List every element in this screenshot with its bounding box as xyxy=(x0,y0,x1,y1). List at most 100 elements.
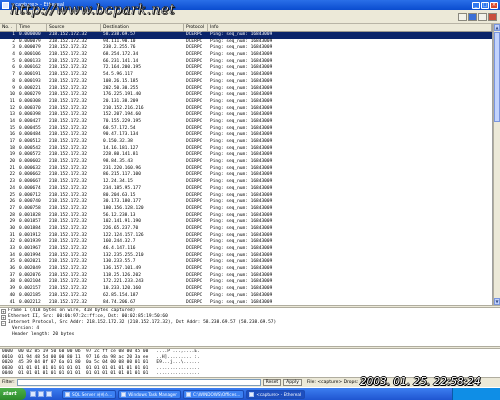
taskbar-task-button[interactable]: <capture> - Ethereal xyxy=(246,389,306,399)
filter-reset-button[interactable]: Reset xyxy=(262,379,282,386)
cell-protocol: DCERPC xyxy=(186,246,203,251)
column-header-source[interactable]: Source xyxy=(47,24,101,31)
scroll-down-arrow-icon[interactable]: ▼ xyxy=(494,298,500,305)
cell-time: 0.001939 xyxy=(19,239,41,245)
cell-protocol: DCERPC xyxy=(186,112,203,118)
taskbar-task-button[interactable]: SQL Server 서비스... xyxy=(62,389,117,399)
column-header-destination[interactable]: Destination xyxy=(101,24,184,31)
packet-row[interactable]: 33 0.001967 218.152.172.32 46.4.147.116 DCER… xyxy=(0,246,492,253)
packet-rows: 1 0.000000 218.152.172.32 58.238.69.57 DCERP… xyxy=(0,32,492,305)
packet-row[interactable]: 24 0.000674 218.152.172.32 234.185.95.177 DC… xyxy=(0,186,492,193)
cell-time: 0.002049 xyxy=(19,266,41,272)
packet-row[interactable]: 27 0.000758 218.152.172.32 180.156.128.120 D… xyxy=(0,206,492,213)
cell-source: 218.152.172.32 xyxy=(49,179,87,185)
taskbar-task-button[interactable]: C:\WINDOWS\Offices... xyxy=(182,389,245,399)
expand-icon[interactable]: + xyxy=(1,314,6,320)
cell-destination: 10.233.120.160 xyxy=(103,286,141,292)
cell-time: 0.000000 xyxy=(19,32,41,37)
cell-protocol: DCERPC xyxy=(186,239,203,245)
packet-row[interactable]: 8 0.000193 218.152.172.32 108.26.15.185 DCER… xyxy=(0,79,492,86)
cell-source: 218.152.172.32 xyxy=(49,92,87,98)
packet-row[interactable]: 39 0.002157 218.152.172.32 10.233.120.160 DC… xyxy=(0,286,492,293)
cell-no: 11 xyxy=(9,98,15,104)
column-header-info[interactable]: Info xyxy=(208,24,492,31)
packet-row[interactable]: 40 0.002185 218.152.172.32 62.85.154.187 DCE… xyxy=(0,293,492,300)
filter-input[interactable] xyxy=(16,379,261,386)
packet-row[interactable]: 32 0.001939 218.152.172.32 160.244.32.7 DCER… xyxy=(0,239,492,246)
expand-icon[interactable]: + xyxy=(1,308,6,314)
cell-no: 40 xyxy=(9,292,15,298)
column-header-no[interactable]: No. . xyxy=(0,24,17,31)
cell-time: 0.000193 xyxy=(19,78,41,84)
cell-destination: 180.156.128.120 xyxy=(103,205,144,211)
task-label: <capture> - Ethereal xyxy=(256,391,302,397)
task-label: Windows Task Manager xyxy=(128,391,177,397)
packet-row[interactable]: 1 0.000000 218.152.172.32 58.238.69.57 DCERP… xyxy=(0,32,492,39)
cell-info: Ping: seq_num: 16843009 xyxy=(210,185,273,191)
cell-info: Ping: seq_num: 16843009 xyxy=(210,225,273,231)
cell-destination: 46.4.147.116 xyxy=(103,246,136,251)
packet-list-scrollbar[interactable]: ▲ ▼ xyxy=(493,24,500,305)
packet-row[interactable]: 16 0.000484 218.152.172.32 90.47.173.134 DCE… xyxy=(0,132,492,139)
packet-row[interactable]: 4 0.000106 218.152.172.32 68.254.172.34 DCER… xyxy=(0,52,492,59)
packet-row[interactable]: 36 0.002049 218.152.172.32 136.157.101.49 DC… xyxy=(0,266,492,273)
filter-apply-button[interactable]: Apply xyxy=(283,379,302,386)
cell-time: 0.000427 xyxy=(19,118,41,124)
cell-no: 32 xyxy=(9,239,15,245)
tree-node-label: Internet Protocol, Src Addr: 218.152.172… xyxy=(8,320,277,325)
cell-protocol: DCERPC xyxy=(186,32,203,37)
cell-destination: 68.254.172.34 xyxy=(103,52,139,58)
minimize-button[interactable]: _ xyxy=(472,1,480,9)
toolbar-button-4[interactable] xyxy=(488,13,497,21)
cell-no: 23 xyxy=(9,179,15,185)
toolbar-button-1[interactable] xyxy=(458,13,467,21)
cell-source: 218.152.172.32 xyxy=(49,52,87,58)
maximize-button[interactable]: □ xyxy=(481,1,489,9)
packet-detail-tree[interactable]: + Frame 1 (418 bytes on wire, 418 bytes c… xyxy=(0,308,500,346)
quick-launch xyxy=(26,391,62,397)
toolbar-button-3[interactable] xyxy=(478,13,487,21)
packet-row[interactable]: 14 0.000427 218.152.172.32 70.155.229.195 DC… xyxy=(0,119,492,126)
packet-row[interactable]: 29 0.001857 218.152.172.32 102.141.91.190 DC… xyxy=(0,219,492,226)
capture-status: File: <capture> Drops: 326 xyxy=(306,380,369,385)
column-header-time[interactable]: Time xyxy=(17,24,47,31)
cell-protocol: DCERPC xyxy=(186,78,203,84)
cell-source: 218.152.172.32 xyxy=(49,78,87,84)
cell-destination: 90.47.173.134 xyxy=(103,132,139,138)
quick-launch-icon-3[interactable] xyxy=(46,391,52,397)
taskbar-tasks: SQL Server 서비스... Windows Task Manager C:\… xyxy=(62,389,307,399)
taskbar-task-button[interactable]: Windows Task Manager xyxy=(118,389,181,399)
quick-launch-icon-2[interactable] xyxy=(38,391,44,397)
start-button[interactable]: start xyxy=(0,388,26,400)
packet-row[interactable]: 13 0.000398 218.152.172.32 152.207.194.60 DC… xyxy=(0,112,492,119)
scroll-thumb[interactable] xyxy=(494,32,500,122)
column-header-protocol[interactable]: Protocol xyxy=(184,24,208,31)
cell-info: Ping: seq_num: 16843009 xyxy=(210,139,273,144)
packet-row[interactable]: 17 0.000512 218.152.172.32 0.150.32.38 DCERP… xyxy=(0,139,492,146)
cell-info: Ping: seq_num: 16843009 xyxy=(210,199,273,205)
tree-node-label: Header length: 20 bytes xyxy=(12,332,75,337)
packet-row[interactable]: 20 0.000602 218.152.172.32 98.84.35.43 DCERP… xyxy=(0,159,492,166)
packet-row[interactable]: 10 0.000279 218.152.172.32 176.225.191.40 DC… xyxy=(0,92,492,99)
scroll-up-arrow-icon[interactable]: ▲ xyxy=(494,24,500,31)
task-app-icon xyxy=(65,391,70,397)
toolbar-button-2[interactable] xyxy=(468,13,477,21)
packet-row[interactable]: 11 0.000308 218.152.172.32 20.131.38.209 DCE… xyxy=(0,99,492,106)
cell-time: 0.000308 xyxy=(19,98,41,104)
cell-protocol: DCERPC xyxy=(186,219,203,225)
cell-source: 218.152.172.32 xyxy=(49,112,87,118)
packet-row[interactable]: 26 0.000740 218.152.172.32 30.173.180.177 DC… xyxy=(0,199,492,206)
quick-launch-icon-1[interactable] xyxy=(30,391,36,397)
tree-node[interactable]: Header length: 20 bytes xyxy=(0,332,500,338)
cell-source: 218.152.172.32 xyxy=(49,205,87,211)
collapse-icon[interactable]: − xyxy=(1,320,6,326)
close-button[interactable]: × xyxy=(490,1,498,9)
packet-row[interactable]: 23 0.000667 218.152.172.32 12.24.34.15 DCERP… xyxy=(0,179,492,186)
cell-source: 218.152.172.32 xyxy=(49,199,87,205)
cell-destination: 70.155.229.195 xyxy=(103,118,141,124)
hex-dump-pane[interactable]: 0000 00 02 85 19 50 60 00 0b 97 2c ff ce… xyxy=(0,349,500,377)
cell-protocol: DCERPC xyxy=(186,225,203,231)
packet-row[interactable]: 7 0.000191 218.152.172.32 54.5.96.117 DCERPC… xyxy=(0,72,492,79)
packet-row[interactable]: 30 0.001884 218.152.172.32 226.65.237.70 DCE… xyxy=(0,226,492,233)
packet-list[interactable]: No. . Time Source Destination Protocol I… xyxy=(0,24,493,305)
